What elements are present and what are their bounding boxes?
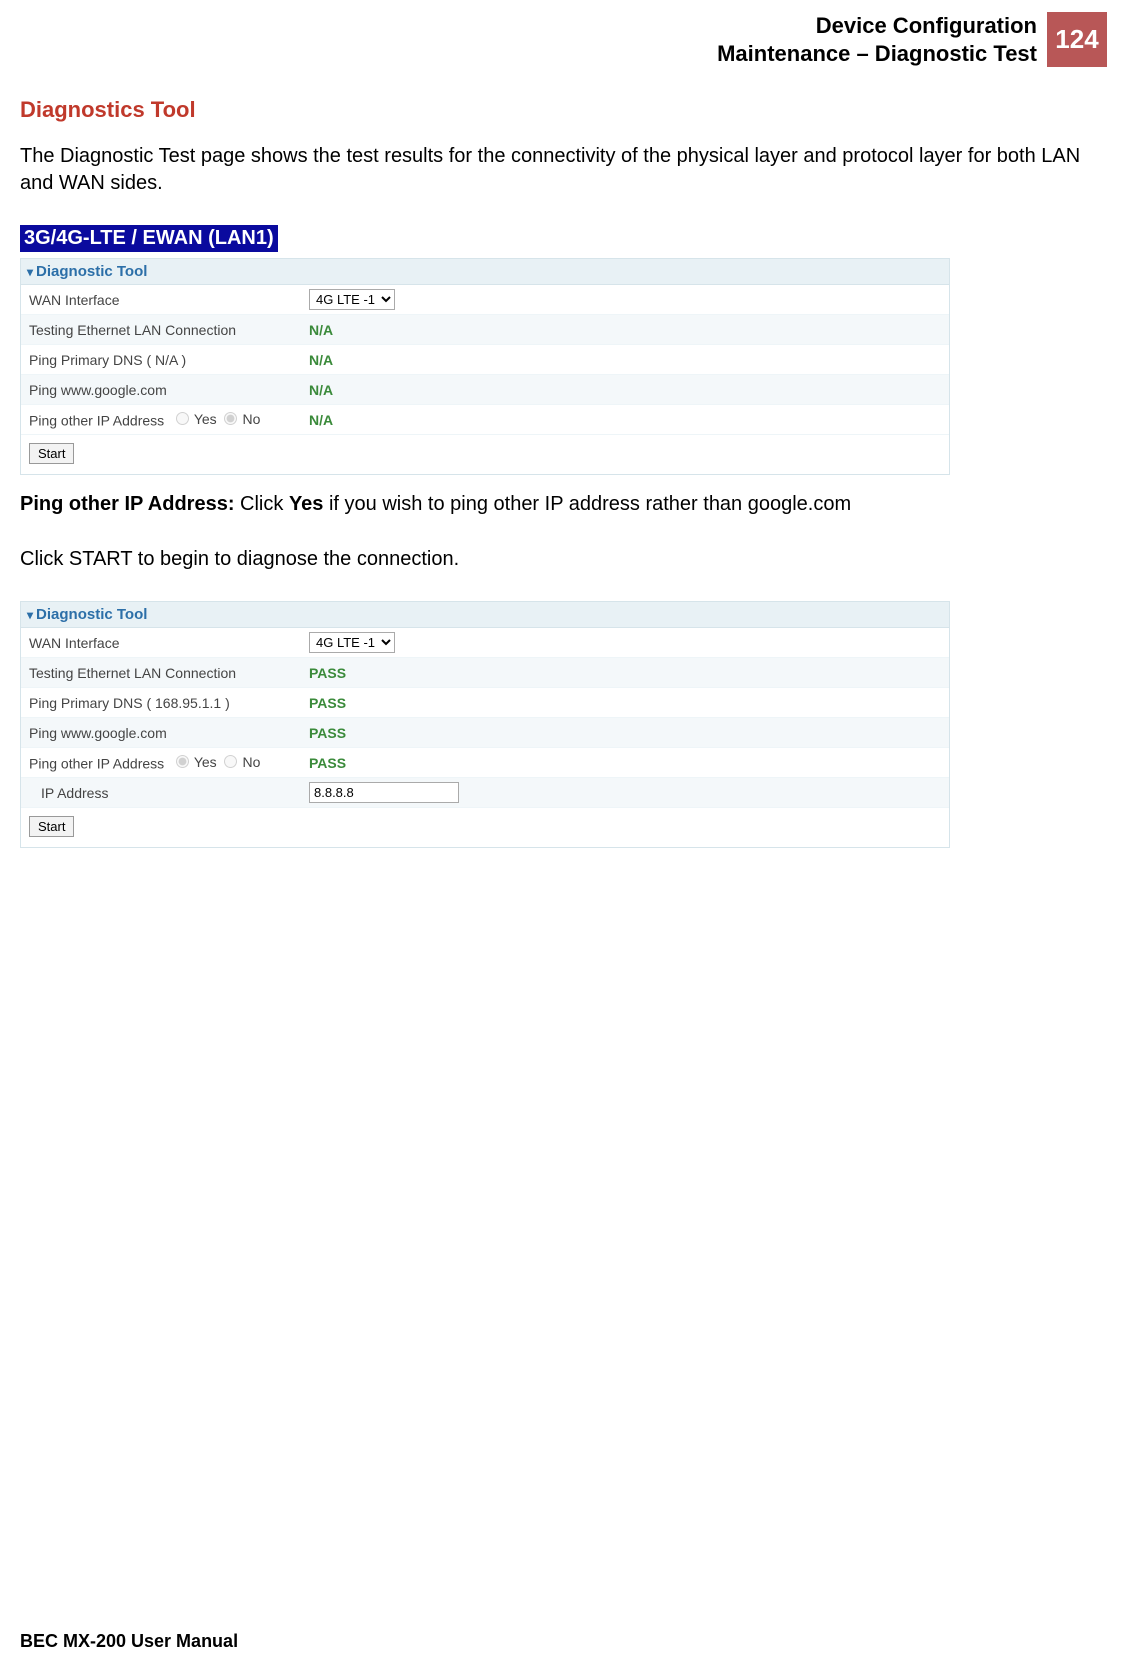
test-label: Ping www.google.com <box>29 382 309 398</box>
test-row: Ping www.google.com N/A <box>21 375 949 405</box>
ping-other-row: Ping other IP Address Yes No PASS <box>21 748 949 778</box>
start-button[interactable]: Start <box>29 443 74 464</box>
section-title: Diagnostics Tool <box>20 97 1107 123</box>
ping-other-label: Ping other IP Address Yes No <box>29 411 309 429</box>
wan-interface-select[interactable]: 4G LTE -1 <box>309 289 395 310</box>
diagnostic-panel-before: Diagnostic Tool WAN Interface 4G LTE -1 … <box>20 258 950 475</box>
ping-other-yes-radio[interactable] <box>176 755 189 768</box>
test-label: Ping Primary DNS ( N/A ) <box>29 352 309 368</box>
ping-other-no-radio[interactable] <box>224 755 237 768</box>
page-number-badge: 124 <box>1047 12 1107 67</box>
ping-other-label: Ping other IP Address Yes No <box>29 754 309 772</box>
wan-interface-row: WAN Interface 4G LTE -1 <box>21 628 949 658</box>
panel-footer: Start <box>21 808 949 847</box>
test-label: Ping www.google.com <box>29 725 309 741</box>
test-row: Ping www.google.com PASS <box>21 718 949 748</box>
intro-text: The Diagnostic Test page shows the test … <box>20 143 1107 197</box>
start-note: Click START to begin to diagnose the con… <box>20 546 1107 573</box>
header-line2: Maintenance – Diagnostic Test <box>717 40 1037 68</box>
wan-interface-row: WAN Interface 4G LTE -1 <box>21 285 949 315</box>
test-row: Ping Primary DNS ( 168.95.1.1 ) PASS <box>21 688 949 718</box>
panel-header[interactable]: Diagnostic Tool <box>21 259 949 285</box>
test-value: PASS <box>309 725 941 741</box>
ip-address-label: IP Address <box>29 785 309 801</box>
manual-footer: BEC MX-200 User Manual <box>20 1631 238 1652</box>
ping-other-yes-radio[interactable] <box>176 412 189 425</box>
wan-interface-label: WAN Interface <box>29 292 309 308</box>
ping-other-value: N/A <box>309 412 941 428</box>
test-value: PASS <box>309 695 941 711</box>
wan-interface-select[interactable]: 4G LTE -1 <box>309 632 395 653</box>
panel-footer: Start <box>21 435 949 474</box>
ping-other-row: Ping other IP Address Yes No N/A <box>21 405 949 435</box>
test-label: Testing Ethernet LAN Connection <box>29 665 309 681</box>
test-row: Ping Primary DNS ( N/A ) N/A <box>21 345 949 375</box>
header-title-block: Device Configuration Maintenance – Diagn… <box>717 12 1047 67</box>
panel-header[interactable]: Diagnostic Tool <box>21 602 949 628</box>
test-value: N/A <box>309 322 941 338</box>
page-header: Device Configuration Maintenance – Diagn… <box>20 12 1107 67</box>
ip-address-row: IP Address <box>21 778 949 808</box>
ping-other-note: Ping other IP Address: Click Yes if you … <box>20 493 1107 516</box>
connection-type-bar: 3G/4G-LTE / EWAN (LAN1) <box>20 225 278 252</box>
test-row: Testing Ethernet LAN Connection PASS <box>21 658 949 688</box>
test-value: N/A <box>309 352 941 368</box>
ping-other-no-radio[interactable] <box>224 412 237 425</box>
test-label: Ping Primary DNS ( 168.95.1.1 ) <box>29 695 309 711</box>
header-line1: Device Configuration <box>717 12 1037 40</box>
diagnostic-panel-after: Diagnostic Tool WAN Interface 4G LTE -1 … <box>20 601 950 848</box>
start-button[interactable]: Start <box>29 816 74 837</box>
ping-other-value: PASS <box>309 755 941 771</box>
wan-interface-label: WAN Interface <box>29 635 309 651</box>
ip-address-input[interactable] <box>309 782 459 803</box>
test-row: Testing Ethernet LAN Connection N/A <box>21 315 949 345</box>
test-value: PASS <box>309 665 941 681</box>
test-label: Testing Ethernet LAN Connection <box>29 322 309 338</box>
test-value: N/A <box>309 382 941 398</box>
